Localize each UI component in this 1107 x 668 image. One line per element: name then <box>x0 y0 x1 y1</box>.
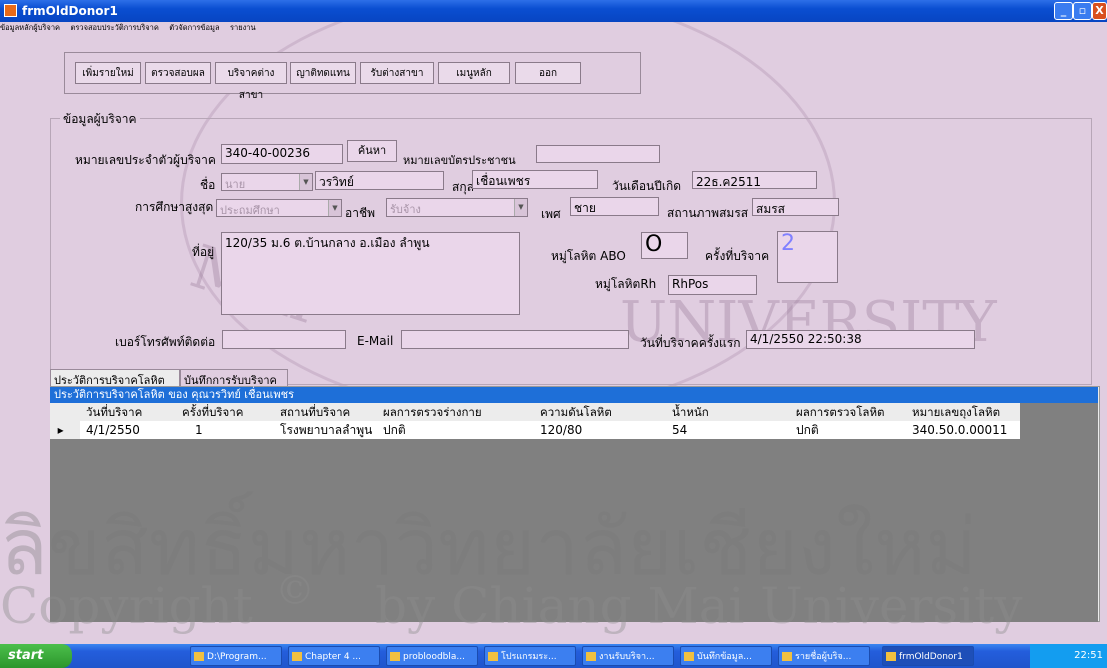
close-icon[interactable]: X <box>1092 2 1107 20</box>
donor-id-label: หมายเลขประจำตัวผู้บริจาค <box>75 153 216 167</box>
receive-branch-button[interactable]: รับต่างสาขา <box>360 62 434 84</box>
phone-field[interactable] <box>222 330 346 349</box>
rh-field[interactable]: RhPos <box>668 275 757 295</box>
education-select[interactable]: ประถมศึกษา ▼ <box>216 199 342 217</box>
citizen-id-label: หมายเลขบัตรประชาชน <box>403 154 516 167</box>
col-header-place[interactable]: สถานที่บริจาค <box>280 403 351 421</box>
grid-caption: ประวัติการบริจาคโลหิต ของ คุณวรวิทย์ เชื… <box>50 387 1098 403</box>
name-label: ชื่อ <box>200 178 216 192</box>
email-field[interactable] <box>401 330 629 349</box>
window-title: frmOldDonor1 <box>22 4 118 18</box>
education-value: ประถมศึกษา <box>220 204 280 217</box>
start-button[interactable]: start <box>0 644 72 668</box>
birthdate-field[interactable]: 22ธ.ค2511 <box>692 171 817 189</box>
system-tray: 22:51 <box>1030 644 1107 668</box>
address-label: ที่อยู่ <box>192 245 215 259</box>
task-program-th[interactable]: โปรแกรมระ... <box>484 646 576 666</box>
occupation-label: อาชีพ <box>345 206 375 220</box>
abo-field[interactable]: O <box>641 232 688 259</box>
main-menu-button[interactable]: เมนูหลัก <box>438 62 510 84</box>
cell-count: 1 <box>195 421 203 439</box>
donation-history-grid: วันที่บริจาค ครั้งที่บริจาค สถานที่บริจา… <box>50 403 1098 622</box>
cell-bag-number: 340.50.0.00011 <box>912 421 1008 439</box>
col-header-weight[interactable]: น้ำหนัก <box>672 403 709 421</box>
citizen-id-field[interactable] <box>536 145 660 163</box>
cell-pressure: 120/80 <box>540 421 583 439</box>
col-header-date[interactable]: วันที่บริจาค <box>86 403 143 421</box>
taskbar: start D:\Program... Chapter 4 ... problo… <box>0 644 1107 668</box>
menu-check-history[interactable]: ตรวจสอบประวัติการบริจาค <box>70 23 158 32</box>
task-record[interactable]: บันทึกข้อมูล... <box>680 646 772 666</box>
task-chapter[interactable]: Chapter 4 ... <box>288 646 380 666</box>
cell-weight: 54 <box>672 421 688 439</box>
birthdate-label: วันเดือนปีเกิด <box>612 179 682 193</box>
donation-count-label: ครั้งที่บริจาค <box>705 249 770 263</box>
task-program[interactable]: D:\Program... <box>190 646 282 666</box>
donor-id-field[interactable]: 340-40-00236 <box>221 144 343 164</box>
abo-label: หมู่โลหิต ABO <box>551 249 626 263</box>
prefix-select[interactable]: นาย ▼ <box>221 173 313 191</box>
task-donor-list[interactable]: รายชื่อผู้บริจ... <box>778 646 870 666</box>
first-name-field[interactable]: วรวิทย์ <box>315 171 444 190</box>
surname-field[interactable]: เชื่อนเพชร <box>472 170 598 189</box>
maximize-icon[interactable]: ▫ <box>1073 2 1092 20</box>
chevron-down-icon: ▼ <box>328 200 341 216</box>
marital-field[interactable]: สมรส <box>752 198 839 216</box>
clock[interactable]: 22:51 <box>1074 650 1103 661</box>
col-header-count[interactable]: ครั้งที่บริจาค <box>182 403 244 421</box>
minimize-icon[interactable]: _ <box>1054 2 1073 20</box>
other-branch-donate-button[interactable]: บริจาคต่างสาขา <box>215 62 287 101</box>
col-header-physical[interactable]: ผลการตรวจร่างกาย <box>383 403 482 421</box>
surname-label: สกุล <box>452 180 474 194</box>
task-frmolddonor[interactable]: frmOldDonor1 <box>882 646 974 666</box>
education-label: การศึกษาสูงสุด <box>135 200 214 214</box>
col-header-pressure[interactable]: ความดันโลหิต <box>540 403 612 421</box>
sex-label: เพศ <box>541 207 561 221</box>
first-donation-label: วันที่บริจาคครั้งแรก <box>640 336 741 350</box>
title-bar: frmOldDonor1 _ ▫ X <box>0 0 1107 22</box>
donation-count-field[interactable]: 2 <box>777 231 838 283</box>
cell-place: โรงพยาบาลลำพูน <box>280 421 373 439</box>
col-header-bag-number[interactable]: หมายเลขถุงโลหิต <box>912 403 1001 421</box>
task-problood[interactable]: probloodbla... <box>386 646 478 666</box>
tab-record-donation[interactable]: บันทึกการรับบริจาค <box>180 369 288 387</box>
toolbar: เพิ่มรายใหม่ ตรวจสอบผล บริจาคต่างสาขา ญา… <box>64 52 641 101</box>
occupation-value: รับจ้าง <box>390 203 421 216</box>
address-field[interactable]: 120/35 ม.6 ต.บ้านกลาง อ.เมือง ลำพูน <box>221 232 520 315</box>
menu-data-manager[interactable]: ตัวจัดการข้อมูล <box>169 23 219 32</box>
cell-physical: ปกติ <box>383 421 406 439</box>
relative-replace-button[interactable]: ญาติทดแทน <box>290 62 356 84</box>
occupation-select[interactable]: รับจ้าง ▼ <box>386 198 528 217</box>
chevron-down-icon: ▼ <box>514 199 527 216</box>
task-receive[interactable]: งานรับบริจา... <box>582 646 674 666</box>
cell-date: 4/1/2550 <box>86 421 140 439</box>
menu-master-data[interactable]: ข้อมูลหลักผู้บริจาค <box>0 23 60 32</box>
exit-button[interactable]: ออก <box>515 62 581 84</box>
search-button[interactable]: ค้นหา <box>347 140 397 162</box>
rh-label: หมู่โลหิตRh <box>595 277 657 291</box>
menu-report[interactable]: รายงาน <box>230 23 256 32</box>
email-label: E-Mail <box>357 334 394 348</box>
col-header-blood-result[interactable]: ผลการตรวจโลหิต <box>796 403 885 421</box>
marital-label: สถานภาพสมรส <box>667 206 749 220</box>
sex-field[interactable]: ชาย <box>570 197 659 216</box>
app-icon <box>4 4 17 17</box>
row-selector-icon[interactable]: ▸ <box>50 421 80 439</box>
first-donation-field[interactable]: 4/1/2550 22:50:38 <box>746 330 975 349</box>
menu-bar: ข้อมูลหลักผู้บริจาค ตรวจสอบประวัติการบริ… <box>0 22 1107 35</box>
check-result-button[interactable]: ตรวจสอบผล <box>145 62 211 84</box>
add-new-button[interactable]: เพิ่มรายใหม่ <box>75 62 141 84</box>
phone-label: เบอร์โทรศัพท์ติดต่อ <box>115 335 216 349</box>
prefix-value: นาย <box>225 178 246 191</box>
cell-blood-result: ปกติ <box>796 421 819 439</box>
chevron-down-icon: ▼ <box>299 174 312 190</box>
donor-info-title: ข้อมูลผู้บริจาค <box>60 110 140 129</box>
tab-donation-history[interactable]: ประวัติการบริจาคโลหิต <box>50 369 180 387</box>
